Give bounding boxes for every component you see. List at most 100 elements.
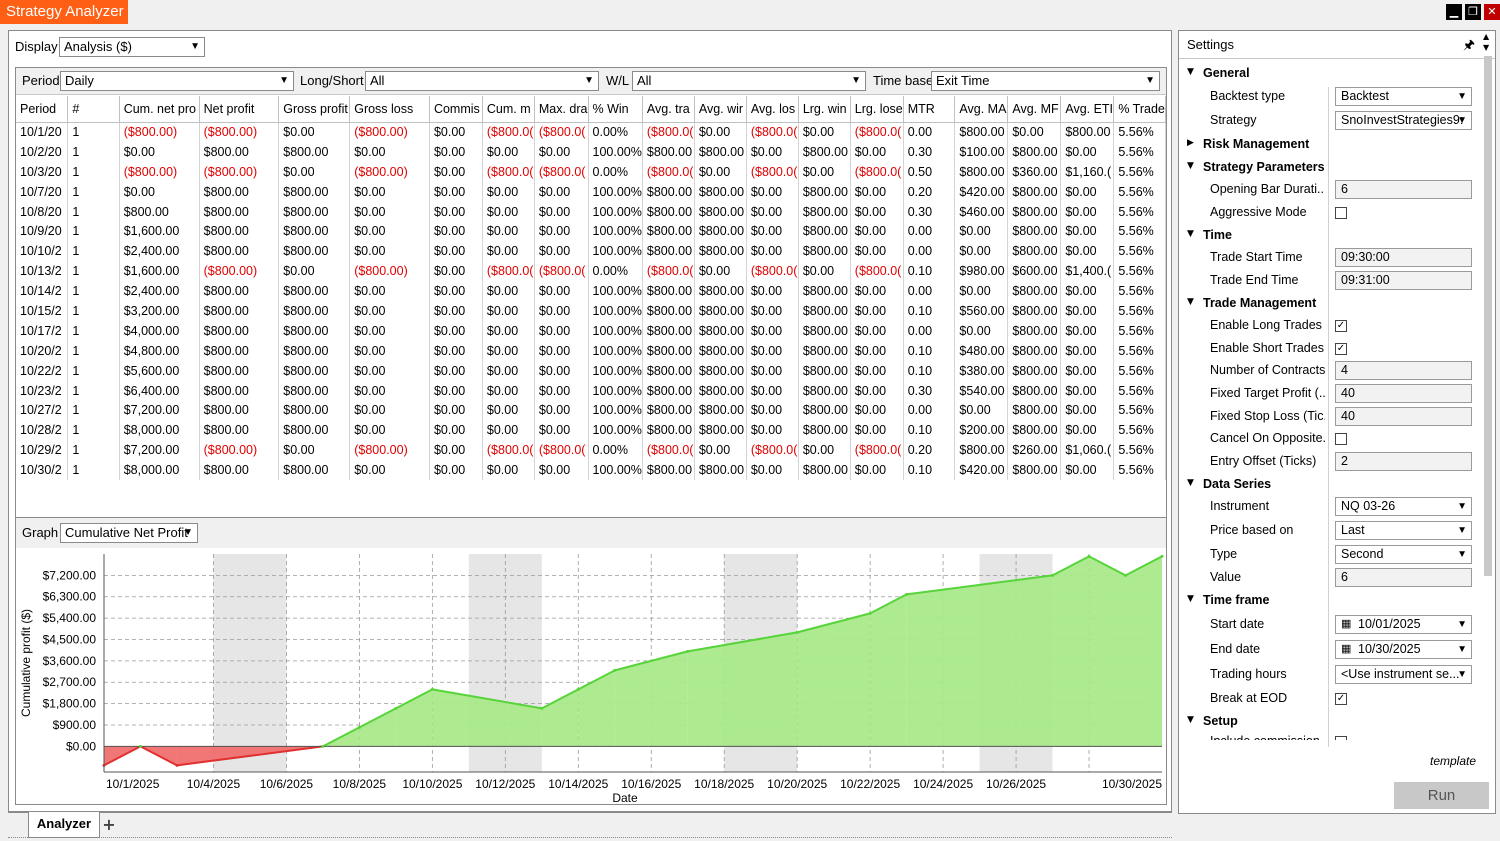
table-cell: $0.00 [850,340,904,361]
column-header[interactable]: Commis [429,96,483,123]
column-header[interactable]: Lrg. lose [850,96,904,123]
scroll-thumb[interactable] [1484,56,1492,576]
column-header[interactable]: Gross loss [349,96,430,123]
property-field-stop_loss[interactable]: 40 [1335,407,1472,426]
expanded-caret-icon[interactable]: ▼ [1187,161,1194,171]
property-field-entry_offset[interactable]: 2 [1335,452,1472,471]
column-header[interactable]: Avg. wir [694,96,747,123]
table-row[interactable]: 10/13/2 1 $1,600.00 ($800.00) $0.00 ($800.00)… [16,261,1166,282]
table-row[interactable]: 10/20/2 1 $4,800.00 $800.00 $800.00 $0.00 $0.0… [16,340,1166,361]
property-dropdown-end_date[interactable]: ▦ 10/30/2025 ▼ [1335,640,1472,659]
category-risk[interactable]: Risk Management [1203,137,1309,151]
property-dropdown-backtest_type[interactable]: Backtest ▼ [1335,87,1472,106]
table-row[interactable]: 10/28/2 1 $8,000.00 $800.00 $800.00 $0.00 $0.0… [16,420,1166,441]
run-button[interactable]: Run [1394,782,1489,809]
timebase-select[interactable]: Exit Time ▼ [931,71,1160,91]
checkbox-enable_short[interactable]: ✓ [1335,343,1347,355]
x-tick-label: 10/8/2025 [333,777,387,791]
column-header[interactable]: # [67,96,120,123]
category-general[interactable]: General [1203,66,1250,80]
table-cell: $0.00 [482,320,535,341]
minimize-icon[interactable]: ▁ [1446,4,1462,20]
column-header[interactable]: MTR [903,96,956,123]
graph-select[interactable]: Cumulative Net Profit ▼ [60,523,198,543]
property-field-opening_bar[interactable]: 6 [1335,180,1472,199]
column-header[interactable]: Cum. net pro [119,96,200,123]
table-row[interactable]: 10/2/20 1 $0.00 $800.00 $800.00 $0.00 $0.00 $0.… [16,141,1166,162]
property-dropdown-trading_hours[interactable]: <Use instrument se... ▼ [1335,665,1472,684]
column-header[interactable]: Cum. m [482,96,535,123]
property-field-target_profit[interactable]: 40 [1335,384,1472,403]
table-row[interactable]: 10/22/2 1 $5,600.00 $800.00 $800.00 $0.00 $0.0… [16,360,1166,381]
property-field-value[interactable]: 6 [1335,568,1472,587]
add-tab-button[interactable]: + [100,815,118,835]
table-row[interactable]: 10/3/20 1 ($800.00) ($800.00) $0.00 ($800.00)… [16,161,1166,182]
column-header[interactable]: Max. dra [534,96,589,123]
table-row[interactable]: 10/29/2 1 $7,200.00 ($800.00) $0.00 ($800.00)… [16,440,1166,461]
checkbox-aggressive[interactable] [1335,207,1347,219]
property-field-trade_end[interactable]: 09:31:00 [1335,271,1472,290]
period-select[interactable]: Daily ▼ [60,71,294,91]
table-row[interactable]: 10/27/2 1 $7,200.00 $800.00 $800.00 $0.00 $0.0… [16,400,1166,421]
checkbox-include_commission[interactable] [1335,736,1347,740]
scroll-down-icon[interactable]: ▼ [1483,43,1489,52]
property-dropdown-strategy[interactable]: SnoInvestStrategies9: ▼ [1335,111,1472,130]
column-header[interactable]: Avg. ETI [1060,96,1115,123]
template-link[interactable]: template [1430,754,1476,768]
table-row[interactable]: 10/17/2 1 $4,000.00 $800.00 $800.00 $0.00 $0.0… [16,320,1166,341]
collapsed-caret-icon[interactable]: ▶ [1187,138,1194,148]
column-header[interactable]: Lrg. win [798,96,851,123]
property-dropdown-price_based[interactable]: Last ▼ [1335,521,1472,540]
property-field-trade_start[interactable]: 09:30:00 [1335,248,1472,267]
table-cell: $800.00 [1007,420,1062,441]
table-row[interactable]: 10/7/20 1 $0.00 $800.00 $800.00 $0.00 $0.00 $0.… [16,181,1166,202]
table-row[interactable]: 10/23/2 1 $6,400.00 $800.00 $800.00 $0.00 $0.0… [16,380,1166,401]
column-header[interactable]: Gross profit [278,96,351,123]
category-time[interactable]: Time [1203,228,1232,242]
expanded-caret-icon[interactable]: ▼ [1187,297,1194,307]
expanded-caret-icon[interactable]: ▼ [1187,594,1194,604]
table-row[interactable]: 10/9/20 1 $1,600.00 $800.00 $800.00 $0.00 $0.0… [16,221,1166,242]
table-cell: 0.00% [588,122,643,142]
tab-analyzer[interactable]: Analyzer [28,812,100,838]
column-header[interactable]: % Trade [1113,96,1166,123]
checkbox-break_eod[interactable]: ✓ [1335,693,1347,705]
property-dropdown-instrument[interactable]: NQ 03-26 ▼ [1335,497,1472,516]
category-params[interactable]: Strategy Parameters [1203,160,1325,174]
checkbox-enable_long[interactable]: ✓ [1335,320,1347,332]
display-select[interactable]: Analysis ($) ▼ [59,37,205,57]
settings-scrollbar[interactable]: ▲ ▼ [1482,32,1494,772]
close-icon[interactable]: ✕ [1484,4,1500,20]
expanded-caret-icon[interactable]: ▼ [1187,715,1194,725]
expanded-caret-icon[interactable]: ▼ [1187,67,1194,77]
property-dropdown-type[interactable]: Second ▼ [1335,545,1472,564]
category-setup[interactable]: Setup [1203,714,1238,728]
scroll-up-icon[interactable]: ▲ [1483,32,1489,41]
expanded-caret-icon[interactable]: ▼ [1187,229,1194,239]
column-header[interactable]: Avg. tra [642,96,695,123]
table-row[interactable]: 10/15/2 1 $3,200.00 $800.00 $800.00 $0.00 $0.0… [16,301,1166,321]
column-header[interactable]: Net profit [199,96,280,123]
column-header[interactable]: Avg. los [746,96,799,123]
table-row[interactable]: 10/1/20 1 ($800.00) ($800.00) $0.00 ($800.00)… [16,122,1166,142]
category-data_series[interactable]: Data Series [1203,477,1271,491]
table-row[interactable]: 10/30/2 1 $8,000.00 $800.00 $800.00 $0.00 $0.0… [16,460,1166,481]
longshort-select[interactable]: All ▼ [365,71,599,91]
checkbox-cancel_opposite[interactable] [1335,433,1347,445]
table-cell: $0.00 [1007,122,1062,142]
expanded-caret-icon[interactable]: ▼ [1187,478,1194,488]
property-field-contracts[interactable]: 4 [1335,361,1472,380]
category-trade_mgmt[interactable]: Trade Management [1203,296,1316,310]
table-row[interactable]: 10/14/2 1 $2,400.00 $800.00 $800.00 $0.00 $0.0… [16,281,1166,302]
table-row[interactable]: 10/8/20 1 $800.00 $800.00 $800.00 $0.00 $0.00 $… [16,201,1166,222]
restore-icon[interactable]: ❐ [1465,4,1481,20]
column-header[interactable]: Avg. MA [954,96,1009,123]
column-header[interactable]: Avg. MF [1007,96,1062,123]
table-row[interactable]: 10/10/2 1 $2,400.00 $800.00 $800.00 $0.00 $0.0… [16,241,1166,262]
property-dropdown-start_date[interactable]: ▦ 10/01/2025 ▼ [1335,615,1472,634]
category-time_frame[interactable]: Time frame [1203,593,1269,607]
wl-select[interactable]: All ▼ [632,71,866,91]
pin-icon[interactable]: 🖈 [1463,31,1475,59]
column-header[interactable]: Period [16,96,69,123]
column-header[interactable]: % Win [588,96,643,123]
